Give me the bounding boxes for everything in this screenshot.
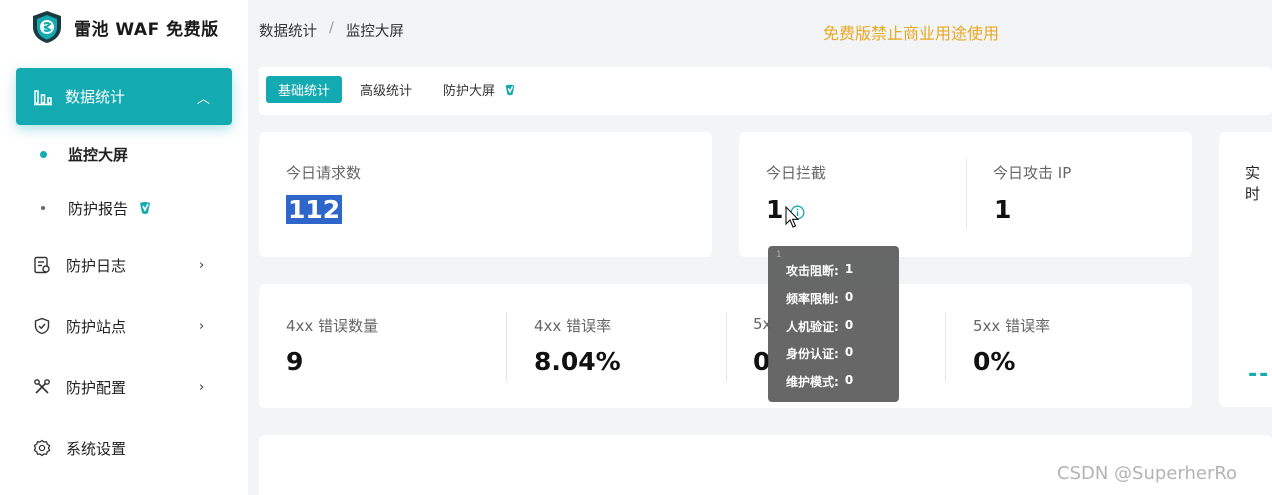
tab-label: 基础统计 <box>278 84 331 99</box>
sidebar-item-label: 防护配置 <box>66 378 127 397</box>
shield-logo-icon <box>33 11 61 43</box>
tooltip-row-value: 0 <box>844 345 854 359</box>
bar-chart-icon <box>34 89 52 105</box>
tabs-bar: 基础统计 高级统计 防护大屏 <box>259 67 1272 115</box>
pro-badge-icon <box>140 202 150 214</box>
stat-value: 1 <box>994 195 1012 224</box>
sidebar-subitem-monitor[interactable]: 监控大屏 <box>0 134 248 174</box>
divider <box>726 312 727 382</box>
divider <box>945 312 946 382</box>
chevron-up-icon: ︿ <box>196 92 210 107</box>
breadcrumb-current: 监控大屏 <box>345 24 404 40</box>
card-today-requests: 今日请求数 112 <box>259 132 712 257</box>
sidebar-item-label: 系统设置 <box>66 439 127 458</box>
block-breakdown-tooltip: 1 攻击阻断: 1 频率限制: 0 人机验证: 0 身份认证: 0 维护模式: … <box>768 246 899 402</box>
sidebar-subitem-label: 防护报告 <box>68 199 129 218</box>
tooltip-row-label: 人机验证: <box>786 320 839 334</box>
sidebar-item-protected-sites[interactable]: 防护站点 › <box>0 306 248 346</box>
tooltip-row: 身份认证: 0 <box>786 345 853 362</box>
tooltip-row-label: 维护模式: <box>786 375 839 389</box>
stat-value: 0% <box>973 347 1016 376</box>
chevron-right-icon: › <box>199 379 205 395</box>
mouse-cursor-icon <box>785 206 800 228</box>
breadcrumb-item[interactable]: 数据统计 <box>259 20 317 41</box>
sidebar-subitem-label: 监控大屏 <box>68 145 129 164</box>
tools-icon <box>34 379 50 394</box>
tooltip-row-value: 0 <box>844 290 854 304</box>
stat-value: 9 <box>286 347 304 376</box>
tooltip-row: 人机验证: 0 <box>786 318 853 335</box>
tooltip-row: 频率限制: 0 <box>786 290 853 307</box>
sidebar-item-protection-config[interactable]: 防护配置 › <box>0 367 248 407</box>
realtime-placeholder: -- <box>1248 362 1271 387</box>
breadcrumb: 数据统计 / 监控大屏 <box>259 20 404 41</box>
tooltip-row-label: 身份认证: <box>786 347 839 361</box>
gear-icon <box>33 439 51 457</box>
tab-label: 防护大屏 <box>443 84 496 99</box>
pro-badge-icon <box>505 84 515 95</box>
sidebar: 雷池 WAF 免费版 数据统计 ︿ 监控大屏 防护报告 防护日志 › 防护站点 … <box>0 0 248 495</box>
sidebar-item-label: 防护日志 <box>66 256 127 275</box>
tooltip-row-value: 0 <box>844 373 854 387</box>
tooltip-row: 攻击阻断: 1 <box>786 262 853 279</box>
app-name: 雷池 WAF 免费版 <box>74 19 219 40</box>
card-error-stats: 4xx 错误数量 9 4xx 错误率 8.04% 5x 0 5xx 错误率 0% <box>259 284 1192 408</box>
tooltip-row: 维护模式: 0 <box>786 373 853 390</box>
app-logo[interactable]: 雷池 WAF 免费版 <box>30 10 219 44</box>
stat-label: 实时 <box>1245 164 1261 203</box>
bullet-dot <box>41 206 45 210</box>
sidebar-item-label: 防护站点 <box>66 317 127 336</box>
stat-value: 1 <box>766 195 784 224</box>
free-version-notice: 免费版禁止商业用途使用 <box>823 24 1000 43</box>
stat-label: 今日请求数 <box>286 164 362 182</box>
tooltip-row-label: 频率限制: <box>786 292 839 306</box>
divider <box>506 312 507 382</box>
stat-value: 8.04% <box>534 347 621 376</box>
tab-advanced-stats[interactable]: 高级统计 <box>348 76 424 103</box>
sidebar-item-system-settings[interactable]: 系统设置 <box>0 428 248 468</box>
tooltip-row-label: 攻击阻断: <box>786 264 839 278</box>
tooltip-row-value: 1 <box>844 262 854 276</box>
stat-label: 4xx 错误率 <box>534 317 612 335</box>
sidebar-item-label: 数据统计 <box>65 88 126 106</box>
sidebar-item-protection-log[interactable]: 防护日志 › <box>0 245 248 285</box>
stat-value: 112 <box>286 195 343 224</box>
stat-label: 今日攻击 IP <box>993 164 1072 182</box>
stat-label: 5xx 错误率 <box>973 317 1051 335</box>
sidebar-subitem-report[interactable]: 防护报告 <box>0 188 248 228</box>
tooltip-row-value: 0 <box>844 318 854 332</box>
tab-protection-dashboard[interactable]: 防护大屏 <box>431 76 529 103</box>
chevron-right-icon: › <box>199 318 205 334</box>
chevron-right-icon: › <box>199 257 205 273</box>
card-today-blocks: 今日拦截 1 今日攻击 IP 1 <box>739 132 1192 257</box>
watermark: CSDN @SuperherRo <box>1057 463 1238 484</box>
log-icon <box>34 256 50 274</box>
sidebar-item-data-stats[interactable]: 数据统计 ︿ <box>16 68 232 125</box>
tab-basic-stats[interactable]: 基础统计 <box>266 76 343 103</box>
stat-label: 4xx 错误数量 <box>286 317 379 335</box>
breadcrumb-separator: / <box>329 20 334 36</box>
tooltip-index: 1 <box>776 250 782 260</box>
divider <box>966 159 967 229</box>
active-dot <box>40 150 47 158</box>
stat-label: 今日拦截 <box>766 164 827 182</box>
shield-icon <box>34 317 50 335</box>
tab-label: 高级统计 <box>360 84 413 99</box>
